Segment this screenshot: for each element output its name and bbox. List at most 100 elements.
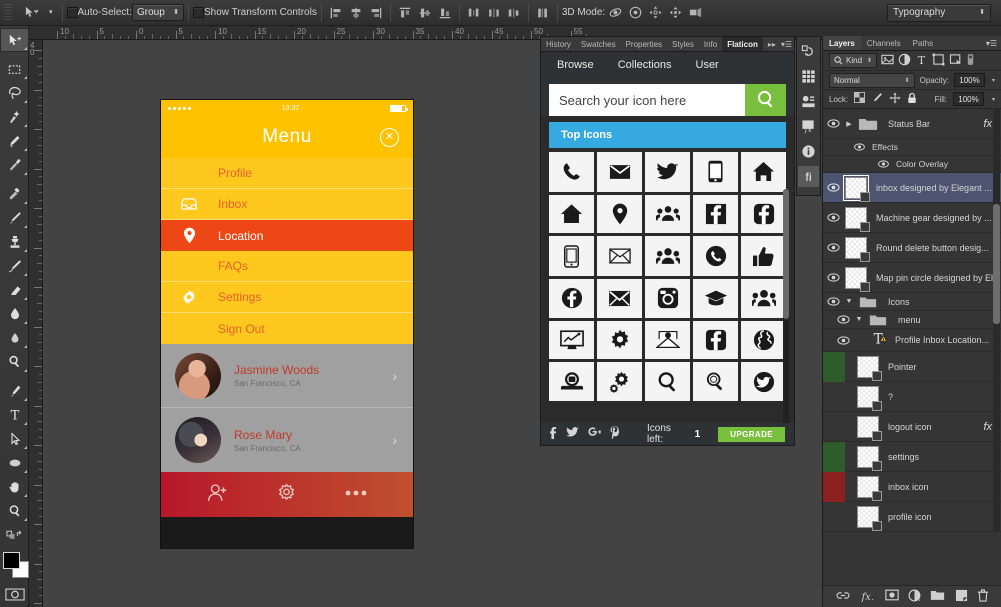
layer-color-label[interactable] <box>823 412 845 442</box>
upgrade-button[interactable]: UPGRADE <box>718 426 785 442</box>
slide-3d-icon[interactable] <box>665 3 685 23</box>
fill-slider-chevron-icon[interactable]: ▾ <box>992 96 995 103</box>
icon-cell[interactable] <box>741 362 786 401</box>
icon-cell[interactable] <box>549 278 594 318</box>
color-swatches[interactable] <box>0 550 29 582</box>
nav-browse[interactable]: Browse <box>557 59 594 71</box>
icon-cell[interactable] <box>741 152 786 192</box>
layer-row-question[interactable]: ? <box>823 382 1001 412</box>
layer-row-round-delete-button[interactable]: Round delete button desig... <box>823 233 1001 263</box>
icon-cell[interactable] <box>549 152 594 192</box>
tool-pen[interactable] <box>0 379 29 403</box>
layer-thumbnail[interactable] <box>855 384 882 411</box>
filter-shape-icon[interactable] <box>932 53 945 69</box>
layer-row-logout-icon[interactable]: logout icon fx <box>823 412 1001 442</box>
tab-history[interactable]: History <box>541 37 576 51</box>
layer-row-settings[interactable]: settings <box>823 441 1001 472</box>
layer-list[interactable]: ▶ Status Bar fx Effects Color Overlay in… <box>823 109 1001 532</box>
icon-cell[interactable] <box>549 194 594 234</box>
blend-mode-dropdown[interactable]: Normal ⬍ <box>829 72 915 88</box>
icon-cell[interactable] <box>693 152 738 192</box>
lock-transparent-pixels-icon[interactable] <box>854 92 866 106</box>
tool-eyedropper[interactable] <box>0 153 29 177</box>
nav-collections[interactable]: Collections <box>618 59 672 71</box>
align-vertical-centers-icon[interactable] <box>415 3 435 23</box>
add-layer-mask-icon[interactable] <box>884 589 899 604</box>
twitter-icon[interactable] <box>566 427 579 441</box>
link-layers-icon[interactable] <box>836 590 850 604</box>
tool-type[interactable]: T <box>0 403 29 427</box>
tool-clone-stamp[interactable] <box>0 230 29 254</box>
align-top-edges-icon[interactable] <box>395 3 415 23</box>
layer-row-icons-group[interactable]: ▼ Icons <box>823 293 1001 311</box>
swatches-grid-icon[interactable] <box>798 66 819 87</box>
distribute-top-edges-icon[interactable] <box>464 3 484 23</box>
effects-visibility-toggle[interactable] <box>849 143 869 151</box>
align-right-edges-icon[interactable] <box>366 3 386 23</box>
tool-ellipse-shape[interactable] <box>0 451 29 475</box>
new-adjustment-layer-icon[interactable] <box>908 589 921 605</box>
auto-select-checkbox[interactable] <box>66 7 78 18</box>
drag-3d-icon[interactable] <box>645 3 665 23</box>
tool-move[interactable] <box>0 28 29 52</box>
icon-cell[interactable] <box>549 362 594 401</box>
close-circle-icon[interactable]: ✕ <box>380 128 399 147</box>
icon-cell[interactable] <box>597 236 642 276</box>
pinterest-icon[interactable] <box>610 426 620 442</box>
layer-thumbnail[interactable] <box>843 174 870 202</box>
icon-cell[interactable] <box>597 194 642 234</box>
gear-icon[interactable] <box>276 483 297 507</box>
filter-type-icon[interactable]: T <box>915 53 928 69</box>
effect-visibility-toggle[interactable] <box>873 160 893 168</box>
filter-toggle-icon[interactable] <box>966 53 975 69</box>
panel-menu-icon[interactable]: ▾☰ <box>781 40 792 49</box>
auto-align-layers-icon[interactable] <box>533 3 553 23</box>
layer-color-label[interactable] <box>823 502 845 532</box>
filter-pixel-icon[interactable] <box>881 53 894 69</box>
menu-item-profile[interactable]: Profile <box>161 158 413 189</box>
icon-cell[interactable] <box>741 236 786 276</box>
layer-thumbnail[interactable] <box>855 354 882 381</box>
auto-select-scope-dropdown[interactable]: Group ⬍ <box>132 4 184 21</box>
collapse-panel-icon[interactable]: ▸▸ <box>768 40 776 49</box>
layer-filter-kind-dropdown[interactable]: Kind ⬍ <box>829 53 878 68</box>
icon-cell[interactable] <box>549 320 594 360</box>
icon-cell[interactable] <box>693 194 738 234</box>
icon-cell[interactable] <box>597 362 642 401</box>
layer-row-menu-group[interactable]: ▼ menu <box>823 311 1001 329</box>
layer-row-pointer[interactable]: Pointer <box>823 351 1001 382</box>
filter-adjustment-icon[interactable] <box>898 53 911 69</box>
tab-flaticon[interactable]: Flaticon <box>722 37 763 51</box>
layer-thumbnail[interactable] <box>843 205 870 232</box>
quick-mask-mode-button[interactable] <box>0 582 29 606</box>
icon-cell[interactable] <box>645 236 690 276</box>
add-user-icon[interactable] <box>207 483 229 506</box>
tool-brush[interactable] <box>0 206 29 230</box>
lock-position-icon[interactable] <box>889 92 901 107</box>
options-bar-grip[interactable] <box>4 3 12 22</box>
icon-cell[interactable] <box>645 362 690 401</box>
layer-row-map-pin-circle[interactable]: Map pin circle designed by El... <box>823 263 1001 293</box>
phone-mockup[interactable]: 13:37 Menu ✕ Profile Inbox Location FAQs… <box>161 100 413 548</box>
layer-thumbnail[interactable] <box>855 444 882 471</box>
tab-swatches[interactable]: Swatches <box>576 37 621 51</box>
vertical-ruler[interactable]: 4 0 <box>29 40 43 607</box>
tab-styles[interactable]: Styles <box>667 37 699 51</box>
layer-color-label[interactable] <box>823 351 845 382</box>
tab-properties[interactable]: Properties <box>621 37 667 51</box>
tool-hand[interactable] <box>0 475 29 499</box>
tool-path-selection[interactable] <box>0 427 29 451</box>
tool-blur[interactable] <box>0 326 29 350</box>
icon-cell[interactable] <box>693 236 738 276</box>
lock-image-pixels-icon[interactable] <box>871 92 883 107</box>
tool-rectangular-marquee[interactable] <box>0 57 29 81</box>
distribute-bottom-edges-icon[interactable] <box>504 3 524 23</box>
tool-eraser[interactable] <box>0 278 29 302</box>
styles-fx-icon[interactable]: fx <box>798 116 819 137</box>
icon-cell[interactable] <box>741 320 786 360</box>
layer-row-status-bar[interactable]: ▶ Status Bar fx <box>823 109 1001 139</box>
foreground-color-swatch[interactable] <box>3 552 20 569</box>
nav-user[interactable]: User <box>696 59 719 71</box>
tool-zoom[interactable] <box>0 499 29 523</box>
delete-layer-icon[interactable] <box>977 588 989 605</box>
